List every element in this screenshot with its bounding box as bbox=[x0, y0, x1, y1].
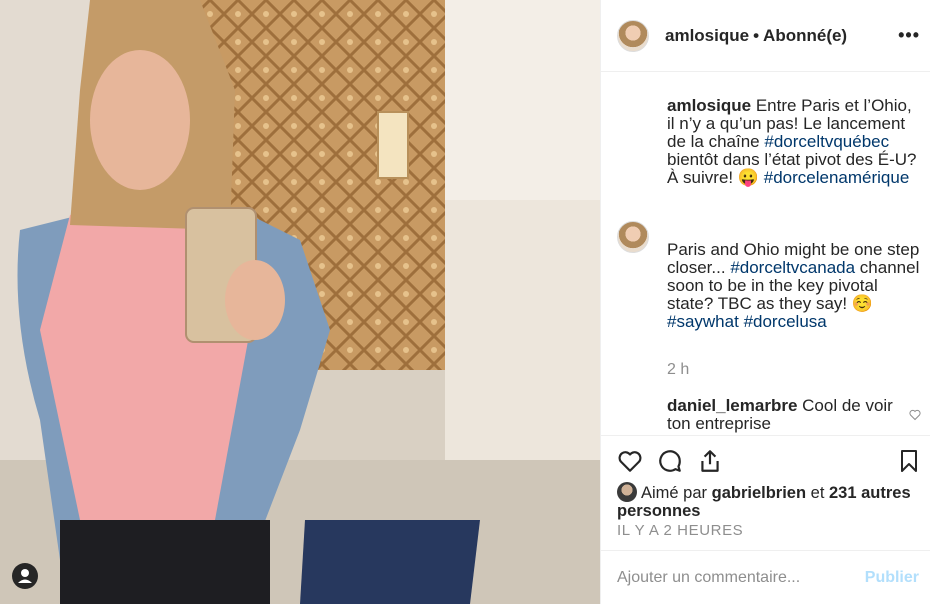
caption-username[interactable]: amlosique bbox=[667, 96, 751, 115]
post-photo[interactable] bbox=[0, 0, 600, 604]
comment-icon[interactable] bbox=[657, 448, 683, 474]
avatar[interactable] bbox=[617, 19, 649, 52]
like-comment-icon[interactable] bbox=[909, 409, 921, 421]
post-header: amlosique • Abonné(e) ••• bbox=[601, 0, 930, 72]
likes-middle: et bbox=[806, 484, 829, 502]
bookmark-icon[interactable] bbox=[897, 448, 921, 474]
hashtag-link[interactable]: #dorceltvcanada bbox=[730, 258, 855, 277]
avatar[interactable] bbox=[617, 221, 649, 253]
post-comment-button[interactable]: Publier bbox=[865, 569, 919, 587]
caption: amlosique Entre Paris et l’Ohio, il n’y … bbox=[667, 97, 921, 187]
add-comment-bar: Publier bbox=[601, 550, 930, 604]
liker-username[interactable]: gabrielbrien bbox=[712, 484, 806, 502]
separator: • bbox=[753, 25, 760, 45]
more-options-button[interactable]: ••• bbox=[898, 25, 920, 46]
share-icon[interactable] bbox=[697, 448, 723, 474]
avatar[interactable] bbox=[617, 482, 637, 502]
comment-time: 2 h bbox=[667, 361, 690, 378]
action-icons bbox=[617, 448, 921, 476]
comment-input[interactable] bbox=[617, 568, 865, 587]
header-username[interactable]: amlosique bbox=[665, 26, 749, 46]
comment-username[interactable]: daniel_lemarbre bbox=[667, 396, 797, 415]
likes-summary: Aimé par gabrielbrien et 231 autres pers… bbox=[617, 482, 917, 520]
comments-list[interactable]: amlosique Entre Paris et l’Ohio, il n’y … bbox=[601, 73, 930, 435]
follow-button[interactable]: Abonné(e) bbox=[763, 26, 847, 46]
hashtag-link[interactable]: #dorceltvquébec bbox=[764, 132, 889, 151]
heart-icon[interactable] bbox=[617, 448, 643, 474]
hashtag-link[interactable]: #dorcelenamérique bbox=[764, 168, 910, 187]
hashtag-link[interactable]: #saywhat bbox=[667, 312, 739, 331]
comment-row: daniel_lemarbre Cool de voir ton entrepr… bbox=[667, 397, 921, 433]
hashtag-link[interactable]: #dorcelusa bbox=[744, 312, 827, 331]
likes-prefix: Aimé par bbox=[641, 484, 712, 502]
reply-comment: Paris and Ohio might be one step closer.… bbox=[667, 241, 921, 331]
user-icon[interactable] bbox=[12, 563, 38, 589]
post-side-panel: amlosique • Abonné(e) ••• amlosique Entr… bbox=[600, 0, 930, 604]
post-timestamp[interactable]: IL Y A 2 HEURES bbox=[617, 522, 743, 539]
